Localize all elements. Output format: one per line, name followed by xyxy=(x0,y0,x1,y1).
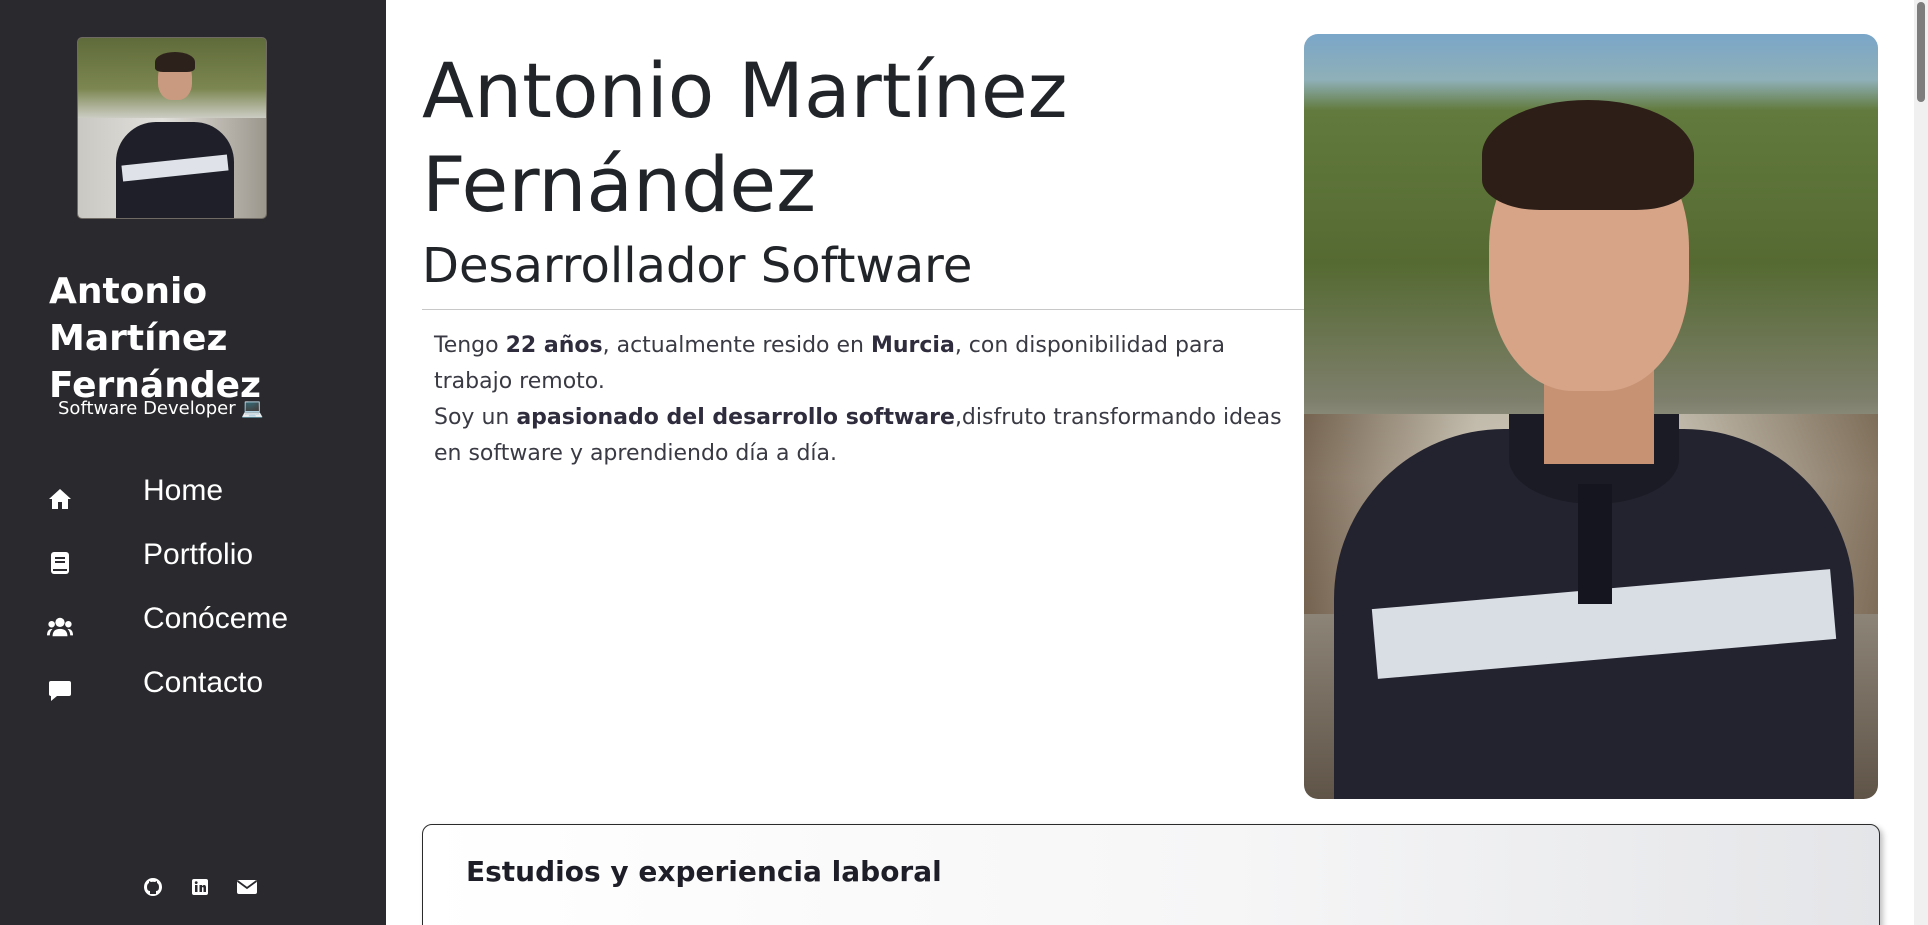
page-subtitle: Desarrollador Software xyxy=(422,238,973,294)
nav-label-conoceme: Conóceme xyxy=(143,602,289,635)
envelope-icon[interactable] xyxy=(234,874,260,900)
page-scrollbar[interactable] xyxy=(1914,0,1928,925)
chat-icon xyxy=(47,678,73,704)
page-title: Antonio Martínez Fernández xyxy=(422,46,1068,229)
bio-city: Murcia xyxy=(870,333,955,358)
sidebar-role: Software Developer 💻 xyxy=(58,398,264,419)
sidebar: Antonio Martínez Fernández Software Deve… xyxy=(0,0,386,925)
profile-photo xyxy=(1304,34,1878,799)
github-icon[interactable] xyxy=(140,874,166,900)
bio-age: 22 años xyxy=(505,333,603,358)
bio-text-part: , actualmente resido en xyxy=(602,333,871,358)
bio-text-part: Tengo xyxy=(434,333,506,358)
book-icon xyxy=(47,550,73,576)
nav-item-home[interactable]: Home xyxy=(0,470,386,526)
home-icon xyxy=(47,486,73,512)
nav-label-contacto: Contacto xyxy=(143,666,264,699)
bio-passion: apasionado del desarrollo software xyxy=(516,405,955,430)
linkedin-icon[interactable] xyxy=(187,874,213,900)
page: Antonio Martínez Fernández Software Deve… xyxy=(0,0,1928,925)
experience-card-title: Estudios y experiencia laboral xyxy=(466,855,942,888)
experience-card: Estudios y experiencia laboral xyxy=(422,824,1880,925)
sidebar-name: Antonio Martínez Fernández xyxy=(49,271,261,406)
profile-avatar xyxy=(77,37,267,219)
bio-text-part: Soy un xyxy=(434,405,517,430)
social-links xyxy=(140,874,270,900)
scrollbar-thumb[interactable] xyxy=(1917,2,1925,102)
users-icon xyxy=(47,614,73,640)
nav-item-contacto[interactable]: Contacto xyxy=(0,662,386,718)
divider xyxy=(422,309,1304,310)
nav-label-home: Home xyxy=(143,474,224,507)
nav-item-conoceme[interactable]: Conóceme xyxy=(0,598,386,654)
nav-item-portfolio[interactable]: Portfolio xyxy=(0,534,386,590)
bio-text: Tengo 22 años, actualmente resido en Mur… xyxy=(434,328,1294,472)
nav-label-portfolio: Portfolio xyxy=(143,538,254,571)
